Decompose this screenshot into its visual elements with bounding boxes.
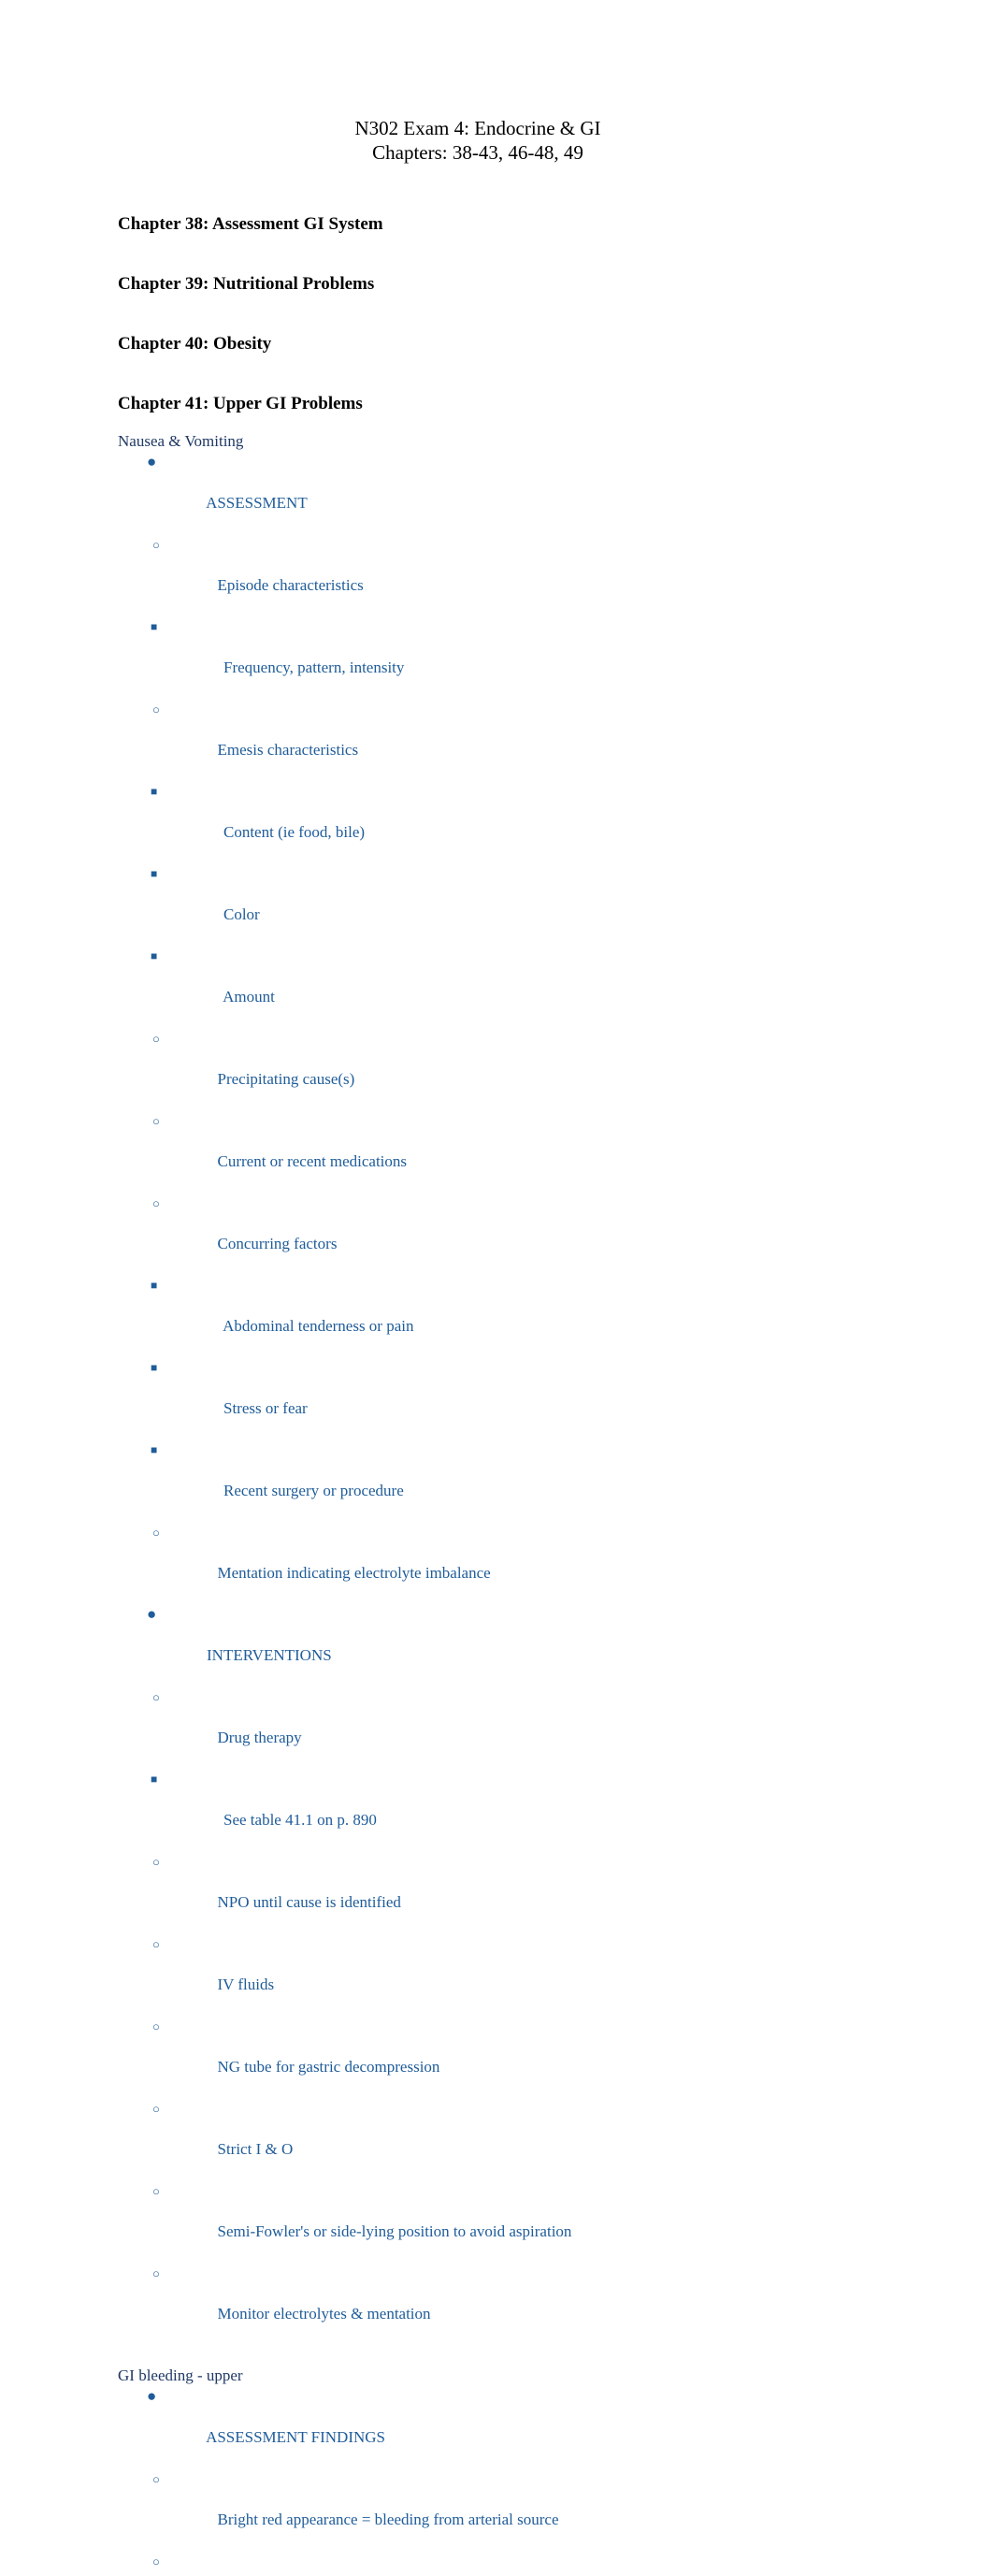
list-item-assessment: ● ASSESSMENT [118, 452, 885, 534]
list-item: ■ Recent surgery or procedure [118, 1440, 885, 1522]
list-item: ○ Mentation indicating electrolyte imbal… [118, 1522, 885, 1604]
bullet-circle-icon: ○ [152, 1032, 160, 1046]
list-item: ○ Emesis characteristics [118, 699, 885, 781]
chapter-heading-39: Chapter 39: Nutritional Problems [118, 274, 375, 294]
list-item-label: Mentation indicating electrolyte imbalan… [217, 1564, 491, 1582]
bullet-disc-icon: ● [147, 453, 157, 470]
topic-list-nausea-vomiting: ● ASSESSMENT ○ Episode characteristics ■… [118, 452, 885, 2345]
document-page: N302 Exam 4: Endocrine & GI Chapters: 38… [0, 0, 993, 2569]
list-item-label: INTERVENTIONS [207, 1646, 332, 1664]
list-item-label: Drug therapy [217, 1729, 302, 1746]
list-item-label: ASSESSMENT FINDINGS [206, 2428, 385, 2446]
bullet-square-icon: ■ [151, 949, 158, 962]
sublist: ■ Frequency, pattern, intensity [118, 616, 885, 699]
sublist: ■ Content (ie food, bile) ■ Color ■ Amou… [118, 781, 885, 1028]
list-item: ○ Current or recent medications [118, 1110, 885, 1193]
list-item: ○ Concurring factors [118, 1193, 885, 1275]
bullet-circle-icon: ○ [152, 1526, 160, 1540]
bullet-disc-icon: ● [147, 2387, 157, 2405]
bullet-square-icon: ■ [151, 867, 158, 880]
list-item: ○ Precipitating cause(s) [118, 1028, 885, 1110]
bullet-square-icon: ■ [151, 620, 158, 633]
bullet-circle-icon: ○ [152, 1114, 160, 1128]
list-item: ○ Bright red appearance = bleeding from … [118, 2468, 885, 2551]
list-item: ○ Drug therapy [118, 1686, 885, 1769]
interventions-sublist: ○ Drug therapy ■ See table 41.1 on p. 89… [118, 1686, 885, 2345]
document-body: Chapter 38: Assessment GI System Chapter… [118, 213, 885, 2576]
list-item-label: NG tube for gastric decompression [217, 2058, 440, 2076]
list-item-label: IV fluids [217, 1975, 275, 1993]
document-title-line-2: Chapters: 38-43, 46-48, 49 [372, 141, 583, 164]
bullet-square-icon: ■ [151, 1279, 158, 1292]
bullet-circle-icon: ○ [152, 2266, 160, 2280]
bullet-circle-icon: ○ [152, 702, 160, 716]
bullet-circle-icon: ○ [152, 1196, 160, 1210]
bullet-circle-icon: ○ [152, 2184, 160, 2198]
list-item-label: Strict I & O [217, 2140, 294, 2158]
bullet-circle-icon: ○ [152, 2472, 160, 2486]
list-item-label: NPO until cause is identified [217, 1893, 401, 1911]
sublist: ■ Abdominal tenderness or pain ■ Stress … [118, 1275, 885, 1522]
list-item: ■ Color [118, 863, 885, 946]
bullet-disc-icon: ● [147, 1605, 157, 1623]
assessment-findings-sublist: ○ Bright red appearance = bleeding from … [118, 2468, 885, 2576]
list-item: ■ Stress or fear [118, 1357, 885, 1440]
list-item-label: Recent surgery or procedure [223, 1482, 404, 1499]
list-item-label: Concurring factors [217, 1235, 338, 1252]
list-item: ■ Content (ie food, bile) [118, 781, 885, 863]
bullet-square-icon: ■ [151, 1443, 158, 1456]
bullet-circle-icon: ○ [152, 538, 160, 552]
list-item-label: Precipitating cause(s) [217, 1070, 355, 1088]
list-item-label: Stress or fear [223, 1399, 308, 1417]
list-item: ○ NG tube for gastric decompression [118, 2016, 885, 2098]
list-item: ○ NPO until cause is identified [118, 1851, 885, 1933]
list-item-label: See table 41.1 on p. 890 [223, 1811, 377, 1829]
chapter-heading-40: Chapter 40: Obesity [118, 334, 272, 354]
list-item-label: Color [223, 905, 260, 923]
bullet-square-icon: ■ [151, 1361, 158, 1374]
bullet-circle-icon: ○ [152, 2102, 160, 2116]
list-item: ○ Strict I & O [118, 2098, 885, 2180]
list-item-label: Bright red appearance = bleeding from ar… [217, 2511, 559, 2528]
chapter-heading-38: Chapter 38: Assessment GI System [118, 214, 383, 234]
list-item-label: Current or recent medications [217, 1152, 408, 1170]
topic-heading-gi-bleeding-upper: GI bleeding - upper [118, 2366, 243, 2384]
bullet-circle-icon: ○ [152, 1937, 160, 1951]
list-item-label: Episode characteristics [217, 576, 364, 594]
bullet-circle-icon: ○ [152, 2019, 160, 2033]
bullet-square-icon: ■ [151, 1773, 158, 1786]
list-item-interventions: ● INTERVENTIONS [118, 1604, 885, 1686]
assessment-sublist: ○ Episode characteristics ■ Frequency, p… [118, 534, 885, 1604]
list-item: ○ Coffee ground emesis appearance = blee… [118, 2551, 885, 2576]
list-item: ○ IV fluids [118, 1933, 885, 2016]
topic-heading-nausea-vomiting: Nausea & Vomiting [118, 432, 244, 450]
list-item-label: Emesis characteristics [217, 741, 359, 759]
list-item-label: Amount [223, 988, 275, 1006]
list-item-assessment-findings: ● ASSESSMENT FINDINGS [118, 2386, 885, 2468]
chapter-heading-41: Chapter 41: Upper GI Problems [118, 394, 363, 413]
list-item: ○ Semi-Fowler's or side-lying position t… [118, 2180, 885, 2263]
list-item-label: Monitor electrolytes & mentation [217, 2305, 431, 2323]
sublist: ■ See table 41.1 on p. 890 [118, 1769, 885, 1851]
list-item: ■ Abdominal tenderness or pain [118, 1275, 885, 1357]
list-item-label: Semi-Fowler's or side-lying position to … [217, 2222, 572, 2240]
bullet-circle-icon: ○ [152, 1855, 160, 1869]
document-title: N302 Exam 4: Endocrine & GI Chapters: 38… [0, 116, 956, 165]
list-item: ■ Amount [118, 946, 885, 1028]
list-item-label: Content (ie food, bile) [223, 823, 366, 841]
topic-list-gi-bleeding-upper: ● ASSESSMENT FINDINGS ○ Bright red appea… [118, 2386, 885, 2576]
bullet-circle-icon: ○ [152, 1690, 160, 1704]
list-item: ○ Monitor electrolytes & mentation [118, 2263, 885, 2345]
list-item-label: ASSESSMENT [206, 494, 308, 512]
document-title-line-1: N302 Exam 4: Endocrine & GI [354, 117, 601, 139]
list-item: ■ See table 41.1 on p. 890 [118, 1769, 885, 1851]
list-item: ■ Frequency, pattern, intensity [118, 616, 885, 699]
list-item-label: Abdominal tenderness or pain [223, 1317, 414, 1335]
list-item-label: Frequency, pattern, intensity [223, 658, 405, 676]
bullet-square-icon: ■ [151, 785, 158, 798]
bullet-circle-icon: ○ [152, 2554, 160, 2569]
list-item: ○ Episode characteristics [118, 534, 885, 616]
